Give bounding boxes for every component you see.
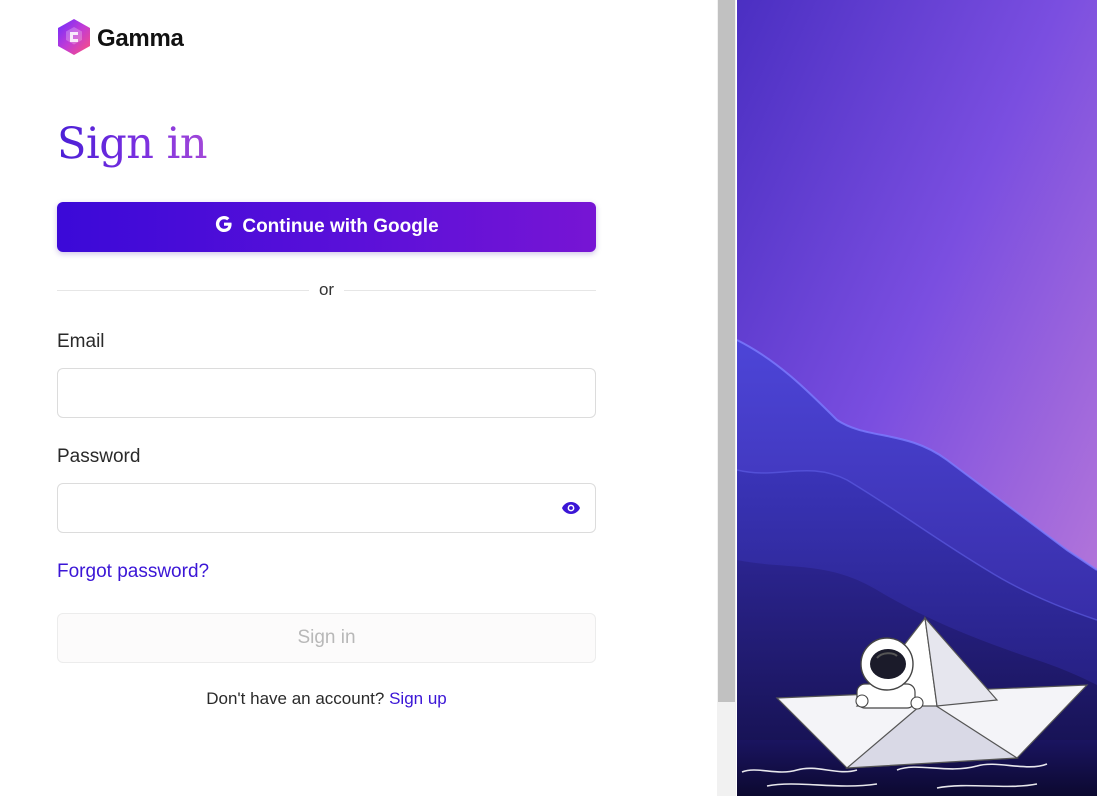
sign-in-form-pane: Gamma Sign in Continue with Google or Em… [0,0,717,796]
or-divider: or [57,279,596,301]
signup-prompt-row: Don't have an account? Sign up [57,689,596,709]
password-label: Password [57,446,141,467]
scrollbar-thumb[interactable] [718,0,735,702]
google-button-label: Continue with Google [242,216,439,237]
email-field[interactable] [57,368,596,418]
divider-line-left [57,289,309,291]
hero-illustration [737,0,1097,796]
sign-in-page: Gamma Sign in Continue with Google or Em… [0,0,1097,796]
email-label: Email [57,331,105,352]
forgot-password-link[interactable]: Forgot password? [57,561,209,583]
page-title: Sign in [57,114,208,174]
password-field[interactable] [57,483,596,533]
divider-line-right [344,289,596,291]
sign-in-button[interactable]: Sign in [57,613,596,663]
eye-icon[interactable] [557,496,585,520]
divider-text: or [318,280,335,299]
signup-prompt-text: Don't have an account? [206,689,385,708]
brand-header[interactable]: Gamma [57,18,184,61]
sign-up-link[interactable]: Sign up [389,689,447,708]
vertical-scrollbar[interactable] [717,0,736,796]
continue-with-google-button[interactable]: Continue with Google [57,202,596,252]
gamma-logo-icon [57,18,91,61]
google-g-icon [214,214,234,240]
brand-name: Gamma [97,25,184,52]
